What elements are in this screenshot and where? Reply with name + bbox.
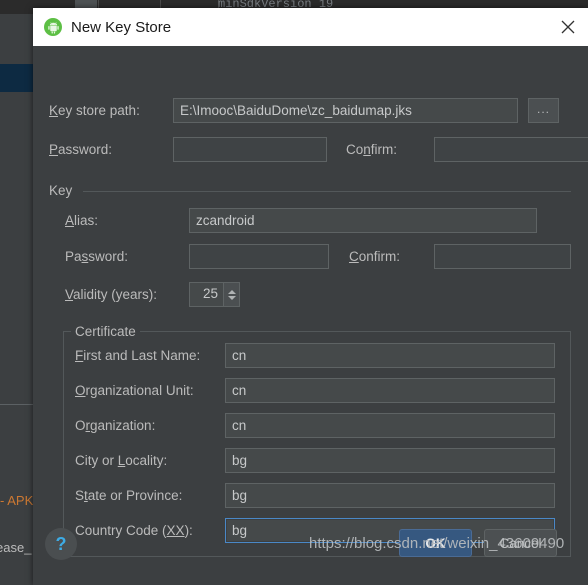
keystore-password-label: Password: [49,142,113,157]
chevron-down-icon[interactable] [227,295,236,300]
key-confirm-input[interactable] [434,244,571,269]
organization-label: Organization: [75,418,156,433]
key-group-legend: Key [49,183,78,198]
key-group-separator [83,191,571,192]
state-or-province-input[interactable] [225,483,555,508]
keystore-path-row: Key store path: ... [49,98,559,123]
keystore-confirm-input[interactable] [434,137,588,162]
ide-log-apk-line: - APK [0,493,34,508]
keystore-confirm-label: Confirm: [346,142,398,157]
chevron-up-icon[interactable] [227,289,236,294]
certificate-row-organization: Organization: [75,413,555,438]
keystore-password-row: Password: Confirm: [49,137,588,162]
organizational-unit-label: Organizational Unit: [75,383,194,398]
validity-stepper[interactable]: 25 [189,282,240,307]
key-alias-label: Alias: [65,213,99,228]
key-password-input[interactable] [189,244,329,269]
certificate-row-first-and-last-name: First and Last Name: [75,343,555,368]
ok-button[interactable]: OK [399,529,472,557]
help-button[interactable]: ? [45,528,77,560]
key-alias-input[interactable] [189,208,537,233]
ide-log-release-line: ease_ [0,540,32,555]
certificate-row-organizational-unit: Organizational Unit: [75,378,555,403]
organization-input[interactable] [225,413,555,438]
cancel-button[interactable]: Cancel [484,529,557,557]
validity-value[interactable]: 25 [189,282,223,307]
dialog-footer: ? OK Cancel https://blog.csdn.net/weixin… [33,523,588,585]
key-validity-row: Validity (years): 25 [65,282,240,307]
key-alias-row: Alias: [65,208,537,233]
organizational-unit-input[interactable] [225,378,555,403]
key-password-label: Password: [65,249,129,264]
ide-selected-row[interactable] [0,64,33,92]
new-key-store-dialog: New Key Store Key store path: ... Passwo… [33,8,588,585]
first-and-last-name-label: First and Last Name: [75,348,201,363]
keystore-path-label: Key store path: [49,103,140,118]
city-or-locality-input[interactable] [225,448,555,473]
city-or-locality-label: City or Locality: [75,453,168,468]
first-and-last-name-input[interactable] [225,343,555,368]
android-studio-icon [44,18,62,36]
dialog-title: New Key Store [71,18,172,36]
key-confirm-label: Confirm: [349,249,401,264]
dialog-titlebar: New Key Store [33,8,588,46]
keystore-path-input[interactable] [173,98,518,123]
key-password-row: Password: Confirm: [65,244,571,269]
keystore-password-input[interactable] [173,137,327,162]
key-validity-label: Validity (years): [65,287,158,302]
validity-spin-arrows[interactable] [223,282,240,307]
state-or-province-label: State or Province: [75,488,183,503]
certificate-row-city-or-locality: City or Locality: [75,448,555,473]
certificate-row-state-or-province: State or Province: [75,483,555,508]
close-icon[interactable] [558,17,578,37]
browse-keystore-button[interactable]: ... [528,98,559,123]
certificate-group-legend: Certificate [71,324,140,339]
dialog-body: Key store path: ... Password: Confirm: K… [33,46,588,585]
